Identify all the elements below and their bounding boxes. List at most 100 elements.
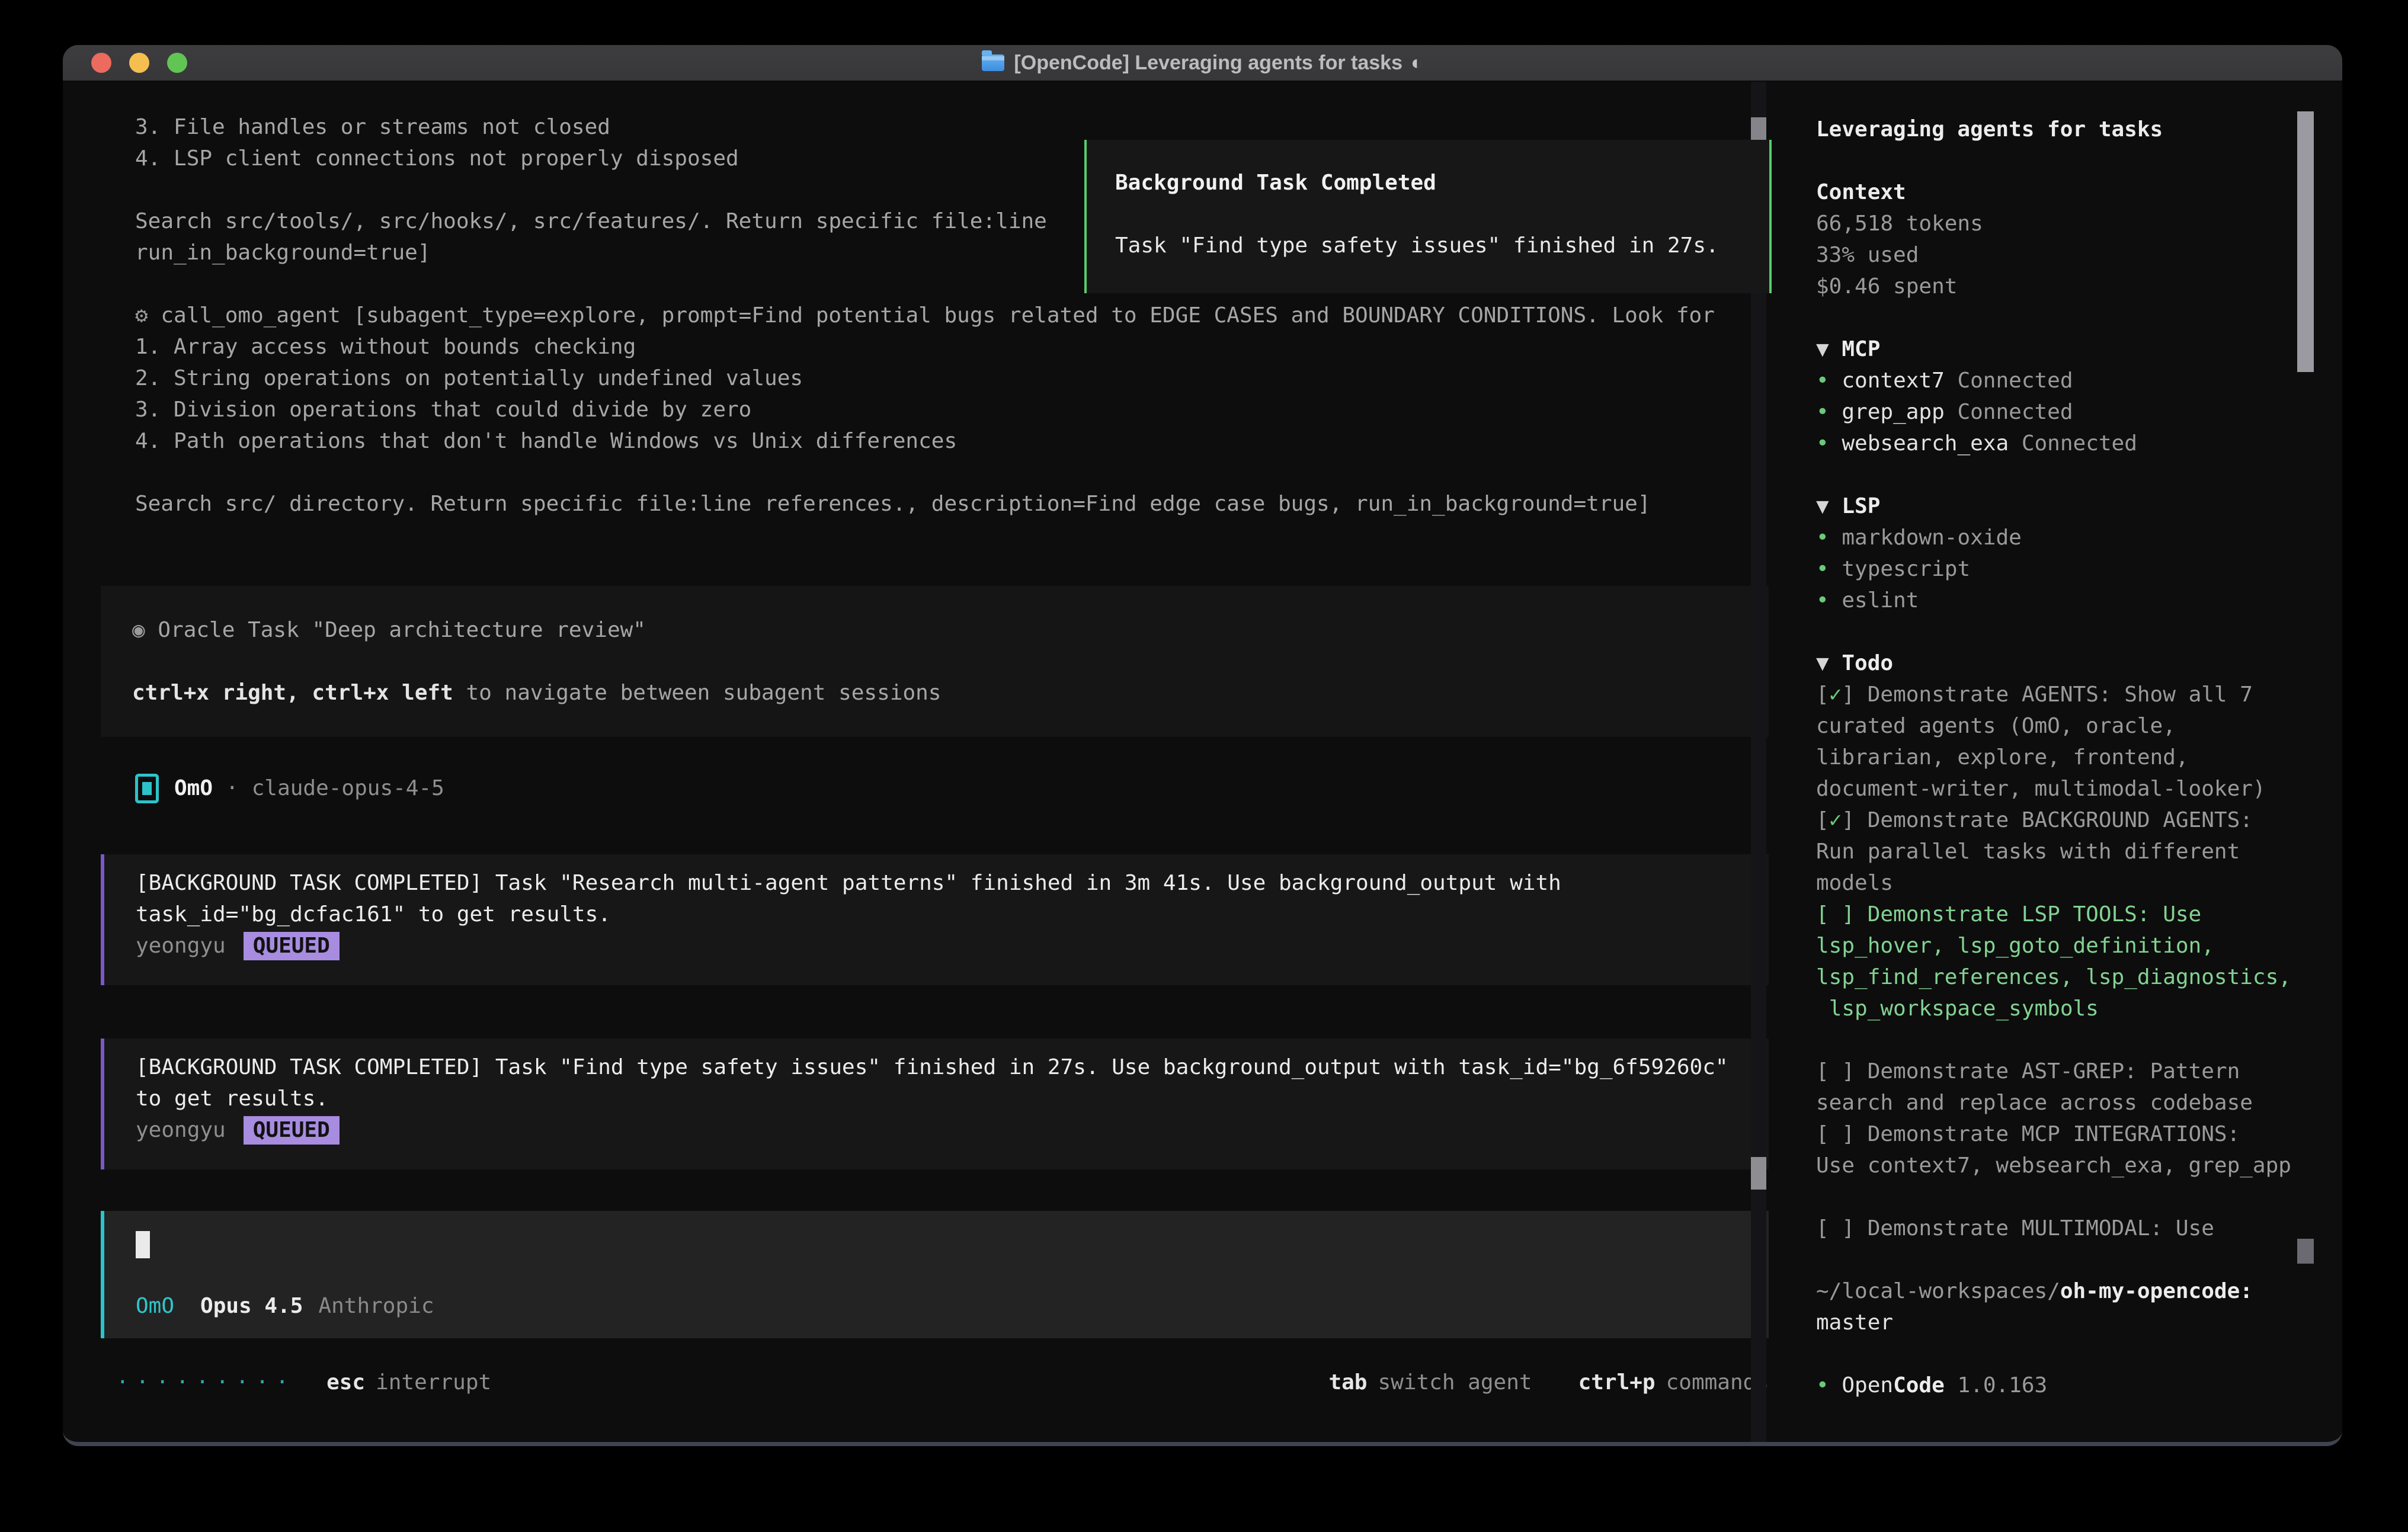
toast-body: Task "Find type safety issues" finished … — [1115, 230, 1743, 261]
tool-list-line: 2. String operations on potentially unde… — [63, 363, 1769, 394]
scrollback-line-blank — [63, 457, 1769, 488]
todo-active-line: [ ] Demonstrate LSP TOOLS: Use — [1816, 899, 2311, 930]
task-user: yeongyu — [136, 1118, 226, 1142]
todo-active-line: lsp_workspace_symbols — [1816, 993, 2311, 1024]
background-task-message: [BACKGROUND TASK COMPLETED] Task "Resear… — [101, 854, 1769, 985]
bullet-icon: • — [1816, 557, 1829, 581]
sidebar-scrollbar-thumb[interactable] — [2297, 1239, 2314, 1264]
ctrlp-key-hint: ctrl+p — [1578, 1370, 1655, 1395]
spinner-dots: ········· — [116, 1370, 296, 1395]
keybinding-text: ctrl+x right, ctrl+x left — [132, 681, 453, 705]
context-used: 33% used — [1816, 239, 2311, 271]
oracle-task-box: ◉ Oracle Task "Deep architecture review"… — [101, 586, 1769, 737]
todo-done-line: Run parallel tasks with different — [1816, 836, 2311, 867]
gear-icon: ⚙ — [135, 303, 148, 328]
prompt-input[interactable]: OmO Opus 4.5 Anthropic — [101, 1211, 1769, 1338]
mcp-item: • context7 Connected — [1816, 365, 2311, 396]
sidebar-scrollbar-thumb[interactable] — [2297, 111, 2314, 372]
bullet-icon: • — [1816, 400, 1829, 424]
folder-icon — [982, 55, 1004, 71]
half-moon-icon: ◐ — [1411, 52, 1423, 75]
record-icon: ◉ — [132, 618, 145, 642]
bullet-icon: • — [1816, 588, 1829, 613]
bullet-icon: • — [1816, 368, 1829, 393]
mcp-section-header[interactable]: ▼ MCP — [1816, 334, 2311, 365]
model-row: OmO Opus 4.5 Anthropic — [136, 1290, 1745, 1322]
todo-done-line: models — [1816, 867, 2311, 899]
workspace-path: ~/local-workspaces/oh-my-opencode: — [1816, 1275, 2311, 1307]
status-badge: QUEUED — [244, 932, 340, 960]
todo-active-line: lsp_find_references, lsp_diagnostics, — [1816, 961, 2311, 993]
task-message-text: [BACKGROUND TASK COMPLETED] Task "Resear… — [136, 867, 1745, 930]
todo-pending-line: Use context7, websearch_exa, grep_app — [1816, 1150, 2311, 1181]
background-task-toast: Background Task Completed Task "Find typ… — [1084, 140, 1772, 293]
separator-dot: · — [226, 776, 239, 800]
chevron-down-icon: ▼ — [1816, 651, 1829, 675]
agent-name: OmO — [174, 776, 213, 800]
sidebar: Leveraging agents for tasks Context 66,5… — [1816, 82, 2342, 1442]
todo-done-line: [✓] Demonstrate AGENTS: Show all 7 — [1816, 679, 2311, 710]
minimize-button[interactable] — [129, 53, 149, 73]
lsp-item: • typescript — [1816, 553, 2311, 585]
close-button[interactable] — [91, 53, 111, 73]
status-bar: ········· esc interrupt tab switch agent… — [63, 1367, 1769, 1398]
lsp-section-header[interactable]: ▼ LSP — [1816, 491, 2311, 522]
todo-pending-line: [ ] Demonstrate MCP INTEGRATIONS: — [1816, 1118, 2311, 1150]
lsp-item: • eslint — [1816, 585, 2311, 616]
esc-label: interrupt — [376, 1370, 491, 1395]
bullet-icon: • — [1816, 1373, 1829, 1398]
input-model-label: Opus 4.5 — [200, 1294, 303, 1318]
task-user: yeongyu — [136, 934, 226, 958]
mcp-item: • grep_app Connected — [1816, 396, 2311, 428]
context-spent: $0.46 spent — [1816, 271, 2311, 302]
main-scrollbar-thumb[interactable] — [1751, 1157, 1766, 1190]
tool-list-line: 4. Path operations that don't handle Win… — [63, 425, 1769, 457]
todo-pending-line: search and replace across codebase — [1816, 1087, 2311, 1118]
chevron-down-icon: ▼ — [1816, 494, 1829, 518]
tool-list-line: 1. Array access without bounds checking — [63, 331, 1769, 363]
scrollback-line: 3. File handles or streams not closed — [63, 111, 1769, 143]
zoom-button[interactable] — [167, 53, 187, 73]
window-title: [OpenCode] Leveraging agents for tasks ◐ — [982, 52, 1423, 75]
todo-done-line: curated agents (OmO, oracle, — [1816, 710, 2311, 742]
window-title-text: [OpenCode] Leveraging agents for tasks — [1014, 52, 1402, 75]
todo-section-header[interactable]: ▼ Todo — [1816, 648, 2311, 679]
context-heading: Context — [1816, 180, 1906, 204]
chat-pane: 3. File handles or streams not closed 4.… — [63, 82, 1769, 1442]
session-title: Leveraging agents for tasks — [1816, 117, 2163, 142]
check-icon: ✓ — [1829, 682, 1842, 707]
agent-icon — [135, 774, 159, 803]
todo-pending-line: [ ] Demonstrate AST-GREP: Pattern — [1816, 1056, 2311, 1087]
titlebar: [OpenCode] Leveraging agents for tasks ◐ — [63, 45, 2342, 82]
tab-label: switch agent — [1378, 1370, 1532, 1395]
esc-key-hint: esc — [326, 1370, 365, 1395]
lsp-item: • markdown-oxide — [1816, 522, 2311, 553]
status-badge: QUEUED — [244, 1116, 340, 1145]
background-task-message: [BACKGROUND TASK COMPLETED] Task "Find t… — [101, 1039, 1769, 1169]
input-provider-label: Anthropic — [318, 1294, 434, 1318]
workspace-branch: master — [1816, 1307, 2311, 1338]
agent-model: claude-opus-4-5 — [252, 776, 444, 800]
toast-title: Background Task Completed — [1115, 167, 1743, 198]
bullet-icon: • — [1816, 525, 1829, 550]
todo-done-line: [✓] Demonstrate BACKGROUND AGENTS: — [1816, 805, 2311, 836]
task-message-text: [BACKGROUND TASK COMPLETED] Task "Find t… — [136, 1052, 1745, 1114]
tool-call-line: ⚙ call_omo_agent [subagent_type=explore,… — [63, 300, 1769, 331]
input-agent-label: OmO — [136, 1294, 174, 1318]
todo-done-line: librarian, explore, frontend, — [1816, 742, 2311, 773]
agent-header: OmO · claude-opus-4-5 — [135, 773, 1769, 804]
check-icon: ✓ — [1829, 808, 1842, 832]
todo-pending-line: [ ] Demonstrate MULTIMODAL: Use — [1816, 1213, 2311, 1244]
tool-list-line: 3. Division operations that could divide… — [63, 394, 1769, 425]
todo-active-line: lsp_hover, lsp_goto_definition, — [1816, 930, 2311, 961]
bullet-icon: • — [1816, 431, 1829, 456]
tab-key-hint: tab — [1328, 1370, 1367, 1395]
context-tokens: 66,518 tokens — [1816, 208, 2311, 239]
chevron-down-icon: ▼ — [1816, 337, 1829, 361]
oracle-hint-line: ctrl+x right, ctrl+x left to navigate be… — [132, 677, 1769, 709]
text-cursor — [136, 1231, 150, 1258]
terminal-window: [OpenCode] Leveraging agents for tasks ◐… — [63, 45, 2342, 1446]
traffic-lights — [91, 45, 187, 81]
oracle-task-line: ◉ Oracle Task "Deep architecture review" — [132, 614, 1769, 646]
version-line: • OpenCode 1.0.163 — [1816, 1370, 2311, 1401]
